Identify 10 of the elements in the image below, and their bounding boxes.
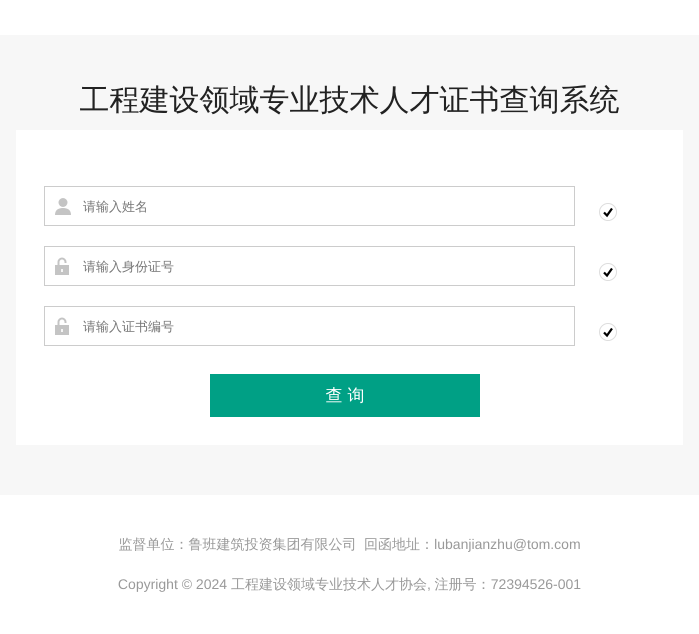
footer-text: 监督单位：鲁班建筑投资集团有限公司 回函地址：lubanjianzhu@tom.com — [118, 535, 581, 553]
search-button[interactable]: 查 询 — [210, 374, 480, 417]
footer-text: Copyright © 2024 工程建设领域专业技术人才协会, 注册号：72394526-001 — [118, 575, 582, 593]
input-field[interactable]: 请输入身份证号 — [44, 246, 575, 286]
lock-icon — [54, 317, 70, 335]
input-field[interactable]: 请输入姓名 — [44, 186, 575, 226]
page-title: 工程建设领域专业技术人才证书查询系统 — [80, 83, 620, 119]
person-icon — [54, 197, 72, 215]
input-field[interactable]: 请输入证书编号 — [44, 306, 575, 346]
lock-icon — [54, 257, 70, 275]
